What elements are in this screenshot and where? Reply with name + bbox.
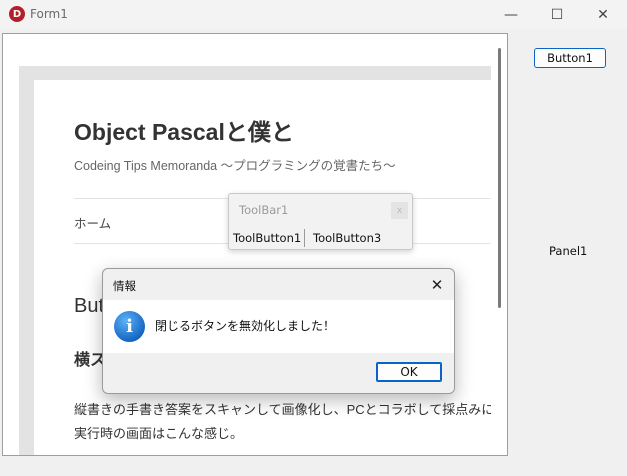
ok-button[interactable]: OK <box>376 362 442 382</box>
tool-button-3[interactable]: ToolButton3 <box>313 231 381 245</box>
toolbar-separator <box>304 229 305 247</box>
button1[interactable]: Button1 <box>534 48 606 68</box>
app-icon: D <box>9 6 25 22</box>
nav-home-link[interactable]: ホーム <box>74 213 111 232</box>
minimize-button[interactable]: — <box>488 0 534 29</box>
body-text: 縦書きの手書き答案をスキャンして画像化し、PCとコラボして採点みに実行時の画面は… <box>74 402 491 441</box>
site-subtitle: Codeing Tips Memoranda 〜プログラミングの覚書たち〜 <box>74 159 396 173</box>
floating-toolbar[interactable]: ToolBar1 x ToolButton1 ToolButton3 <box>228 193 413 250</box>
dialog-message: 閉じるボタンを無効化しました！ <box>155 319 336 333</box>
title-bar[interactable]: D Form1 — ☐ ✕ <box>0 0 627 29</box>
dialog-close-icon[interactable]: ✕ <box>426 274 448 296</box>
panel1-label: Panel1 <box>549 244 588 258</box>
site-title[interactable]: Object Pascalと僕と <box>74 113 294 147</box>
close-button[interactable]: ✕ <box>580 0 626 29</box>
info-icon: i <box>114 311 145 342</box>
toolbar-title: ToolBar1 <box>239 203 289 217</box>
maximize-button[interactable]: ☐ <box>534 0 580 29</box>
window-title: Form1 <box>30 7 68 21</box>
info-dialog: 情報 ✕ i 閉じるボタンを無効化しました！ OK <box>102 268 455 394</box>
main-window: D Form1 — ☐ ✕ Object Pascalと僕と Codeing T… <box>0 0 627 476</box>
toolbar-close-icon[interactable]: x <box>391 202 408 219</box>
tool-button-1[interactable]: ToolButton1 <box>233 231 301 245</box>
vertical-scrollbar[interactable] <box>498 48 501 308</box>
dialog-title: 情報 <box>113 279 136 293</box>
dialog-body: i 閉じるボタンを無効化しました！ <box>103 300 454 353</box>
